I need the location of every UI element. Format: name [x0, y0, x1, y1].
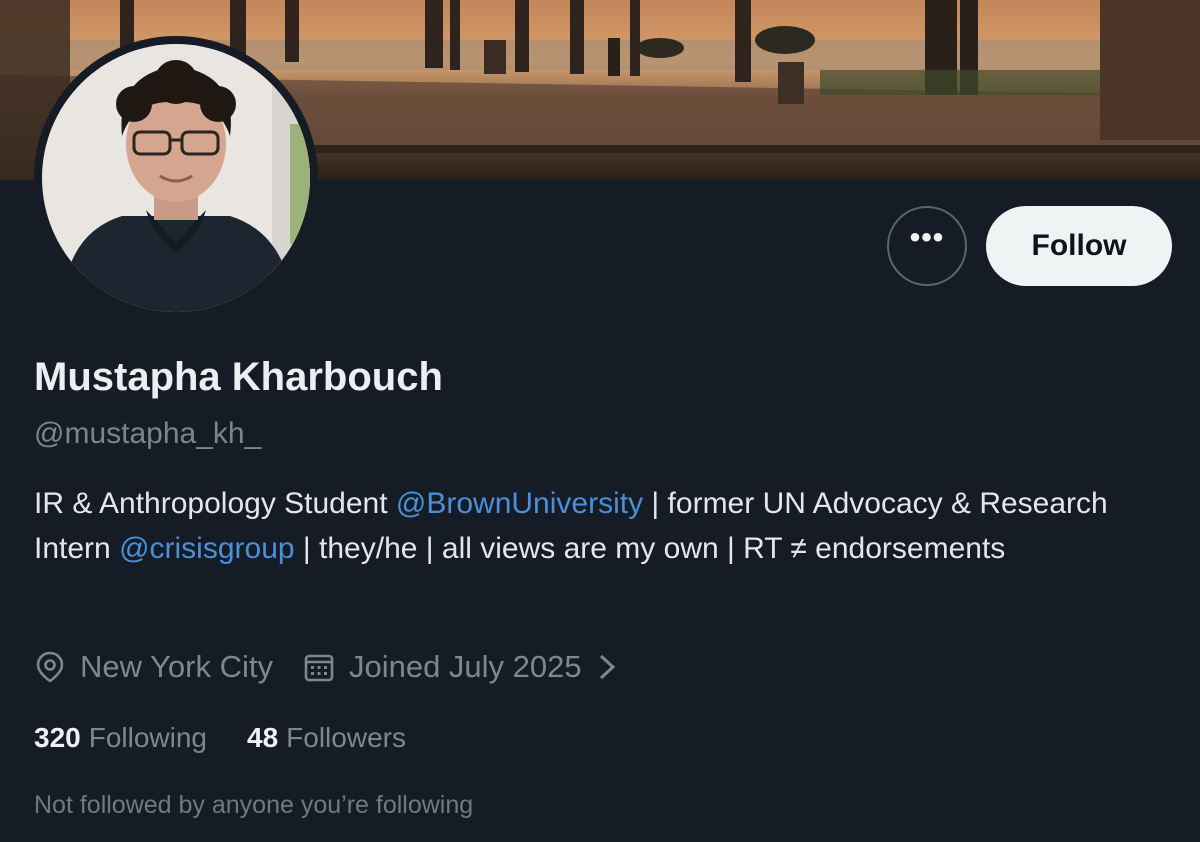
user-handle: @mustapha_kh_ [34, 417, 262, 450]
location-pin-icon [36, 651, 64, 683]
profile-bio: IR & Anthropology Student @BrownUniversi… [34, 481, 1164, 571]
joined-date-text: Joined July 2025 [348, 649, 582, 684]
not-followed-notice: Not followed by anyone you’re following [34, 791, 474, 819]
location-text: New York City [80, 649, 273, 684]
follow-button[interactable]: Follow [986, 206, 1172, 286]
following-label: Following [88, 722, 207, 753]
more-options-icon: ••• [909, 221, 945, 254]
following-count: 320 [34, 722, 81, 753]
followers-count: 48 [247, 722, 279, 753]
calendar-icon [304, 654, 334, 682]
chevron-right-icon [599, 654, 615, 680]
more-options-button[interactable]: ••• [887, 206, 967, 286]
bio-text: IR & Anthropology Student [34, 487, 396, 520]
location-item: New York City [34, 649, 273, 685]
display-name: Mustapha Kharbouch [34, 355, 443, 399]
following-link[interactable]: 320 Following [34, 722, 207, 754]
profile-page: ••• Follow Mustapha Kharbouch @mustapha_… [0, 0, 1200, 842]
mention-link-brownuniversity[interactable]: @BrownUniversity [396, 487, 643, 520]
mention-link-crisisgroup[interactable]: @crisisgroup [119, 532, 295, 565]
followers-label: Followers [286, 722, 406, 753]
joined-date-item[interactable]: Joined July 2025 [303, 649, 632, 685]
profile-meta-row: New York City Joined July 2025 [34, 645, 632, 689]
bio-text: | they/he | all views are my own | RT ≠ … [294, 532, 1006, 565]
follow-stats: 320 Following 48 Followers [34, 722, 406, 754]
profile-avatar[interactable] [34, 36, 318, 320]
followers-link[interactable]: 48 Followers [247, 722, 406, 754]
